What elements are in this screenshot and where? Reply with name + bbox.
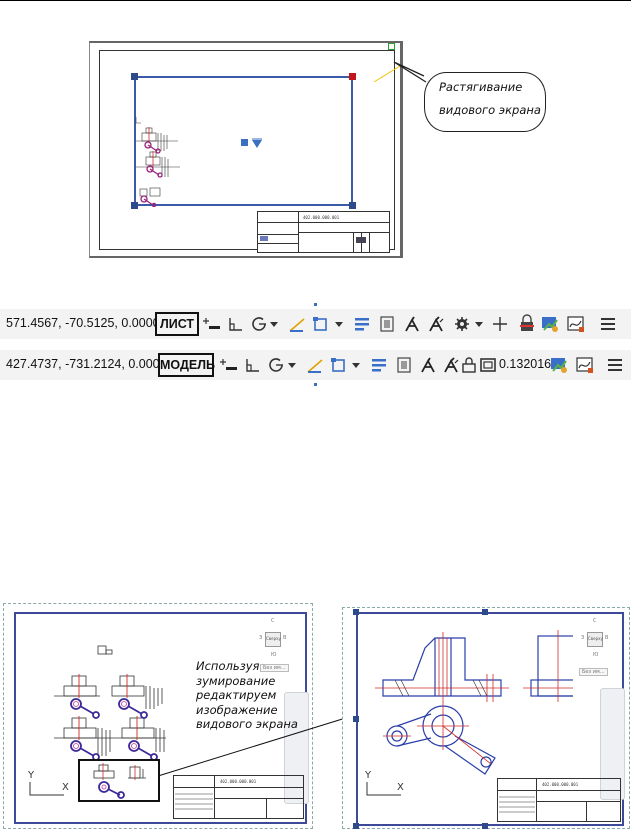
transparency-icon[interactable]: [394, 355, 414, 375]
viewcube-east-label: В: [283, 635, 287, 641]
ucs-scale-dropdown[interactable]: Без им...: [579, 668, 608, 676]
title-block-number: 402.000.000.001: [303, 215, 340, 220]
scale-triangle-grip-icon[interactable]: [251, 138, 263, 149]
title-block-rows: [499, 796, 535, 813]
polar-tracking-icon[interactable]: [266, 355, 286, 375]
ucs-y-label: Y: [365, 770, 372, 781]
model-mode-button[interactable]: МОДЕЛЬ: [158, 353, 215, 377]
viewcube-north-label: С: [593, 618, 597, 624]
polar-tracking-dropdown-icon[interactable]: [268, 314, 280, 334]
object-snap-dropdown-icon[interactable]: [350, 355, 362, 375]
object-snap-icon[interactable]: [311, 314, 331, 334]
stretch-target-grip[interactable]: [388, 43, 395, 50]
title-block: 402.000.000.001: [173, 775, 304, 819]
viewcube-east-label: В: [605, 635, 609, 641]
ucs-icon: [29, 782, 64, 796]
annotation-visibility-icon[interactable]: [402, 314, 422, 334]
lineweight-icon[interactable]: [352, 314, 372, 334]
toolbar-divider-grip: [314, 303, 317, 306]
layout-sheet-screenshot: 402.000.000.001: [89, 41, 403, 258]
viewport-part-thumbnails: [135, 117, 180, 207]
viewcube-south-label: Ю: [271, 652, 277, 658]
ucs-icon: [366, 782, 401, 796]
object-snap-dropdown-icon[interactable]: [333, 314, 345, 334]
viewcube[interactable]: Сверху: [587, 632, 603, 647]
callout-line-2: видового экрана: [439, 103, 541, 117]
customization-menu-icon[interactable]: [605, 355, 625, 375]
title-block: 402.000.000.001: [257, 211, 390, 253]
viewport-grip-top-left[interactable]: [353, 609, 359, 615]
viewport-grip-bottom-left[interactable]: [353, 823, 359, 829]
isolate-objects-icon[interactable]: [566, 314, 586, 334]
layout-after-zoom: С З Сверху В Ю Без им... 402.000.000.001…: [342, 607, 630, 829]
title-block-number: 402.000.000.001: [542, 782, 579, 787]
zoomed-part-drawing: [375, 630, 573, 775]
stretch-viewport-callout: Растягивание видового экрана: [424, 72, 546, 132]
sheet-mode-button[interactable]: ЛИСТ: [155, 312, 199, 336]
viewport-grip-top-mid[interactable]: [482, 609, 488, 615]
annotation-monitor-icon[interactable]: [490, 314, 510, 334]
viewcube[interactable]: Сверху: [265, 632, 281, 647]
viewport-grip-top-left[interactable]: [131, 73, 138, 80]
viewport-grip-top-right-selected[interactable]: [349, 73, 356, 80]
page-top-rule: [0, 0, 631, 1]
polar-tracking-dropdown-icon[interactable]: [286, 355, 298, 375]
viewcube-south-label: Ю: [593, 652, 599, 658]
isolate-objects-icon[interactable]: [575, 355, 595, 375]
ortho-mode-icon[interactable]: [226, 314, 246, 334]
callout-line-1: Растягивание: [439, 80, 523, 94]
workspace-gear-icon[interactable]: [452, 314, 472, 334]
lineweight-icon[interactable]: [369, 355, 389, 375]
status-bar-sheet: 571.4567, -70.5125, 0.0000 ЛИСТ: [0, 309, 631, 339]
customization-menu-icon[interactable]: [598, 314, 618, 334]
toolbar-divider-grip: [314, 383, 317, 386]
polar-tracking-icon[interactable]: [249, 314, 269, 334]
status-bar-model: 427.4737, -731.2124, 0.0000 МОДЕЛЬ 0.132…: [0, 350, 631, 380]
workspace-dropdown-icon[interactable]: [473, 314, 485, 334]
viewport-grip-bottom-right[interactable]: [349, 202, 356, 209]
cursor-coordinates: 571.4567, -70.5125, 0.0000: [6, 316, 160, 330]
grid-display-icon[interactable]: [218, 355, 238, 375]
viewcube-west-label: З: [581, 635, 585, 641]
autoscale-icon[interactable]: [426, 314, 446, 334]
hardware-acceleration-icon[interactable]: [549, 355, 569, 375]
hardware-acceleration-icon[interactable]: [540, 314, 560, 334]
lock-viewport-icon[interactable]: [459, 355, 479, 375]
callout-leader: [373, 62, 427, 83]
viewcube-west-label: З: [259, 635, 263, 641]
isodraft-icon[interactable]: [305, 355, 325, 375]
title-block-rows: [175, 793, 213, 810]
viewport-grip-left-mid[interactable]: [353, 716, 359, 722]
note-line-2: зумирование: [196, 673, 276, 688]
lock-ui-icon[interactable]: [517, 314, 537, 334]
autoscale-icon[interactable]: [441, 355, 461, 375]
cursor-coordinates: 427.4737, -731.2124, 0.0000: [6, 357, 167, 371]
viewport-center-grip[interactable]: [241, 139, 248, 146]
viewport-grip-bottom-mid[interactable]: [482, 823, 488, 829]
transparency-icon[interactable]: [377, 314, 397, 334]
ucs-y-label: Y: [28, 770, 35, 781]
ortho-mode-icon[interactable]: [243, 355, 263, 375]
title-block: 402.000.000.001: [497, 778, 621, 822]
selected-part-views: [93, 763, 146, 799]
isodraft-icon[interactable]: [287, 314, 307, 334]
note-line-1: Используя: [196, 659, 260, 673]
annotation-scale-value[interactable]: 0.132016: [499, 357, 551, 371]
object-snap-icon[interactable]: [329, 355, 349, 375]
annotation-visibility-icon[interactable]: [418, 355, 438, 375]
grid-display-icon[interactable]: [201, 314, 221, 334]
zoom-selection-box[interactable]: [78, 759, 160, 802]
viewcube-north-label: С: [271, 618, 275, 624]
viewport-scale-icon[interactable]: [478, 355, 498, 375]
